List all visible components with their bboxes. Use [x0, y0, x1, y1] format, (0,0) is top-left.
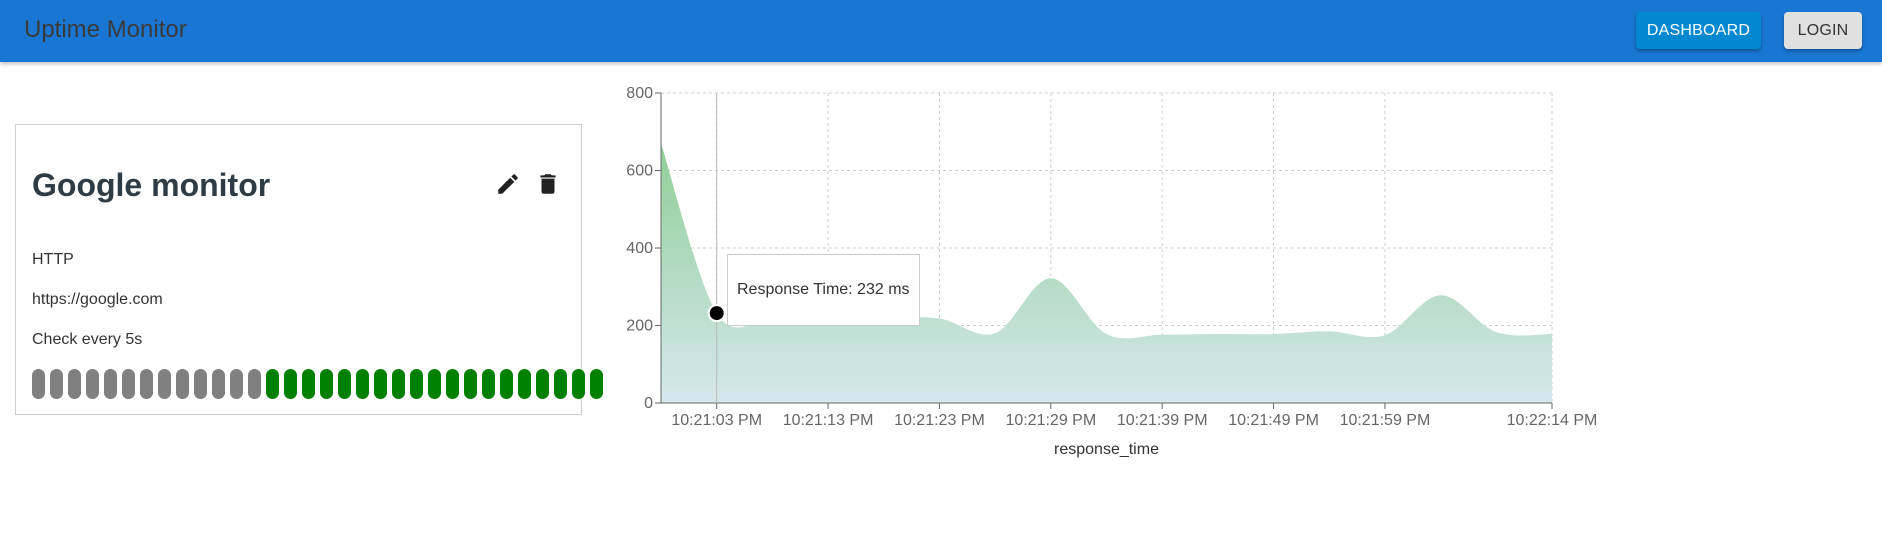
- heartbeat-down: [122, 369, 135, 399]
- x-tick-label: 10:21:03 PM: [671, 412, 762, 429]
- heartbeat-up: [320, 369, 333, 399]
- heartbeat-up: [446, 369, 459, 399]
- x-tick-label: 10:21:49 PM: [1228, 412, 1319, 429]
- heartbeat-up: [338, 369, 351, 399]
- x-tick-label: 10:21:13 PM: [783, 412, 874, 429]
- heartbeat-down: [248, 369, 261, 399]
- trash-icon[interactable]: [535, 171, 561, 197]
- pencil-icon[interactable]: [495, 171, 521, 197]
- login-button[interactable]: LOGIN: [1784, 12, 1862, 49]
- heartbeat-up: [410, 369, 423, 399]
- heartbeat-down: [50, 369, 63, 399]
- y-tick-label: 0: [644, 395, 653, 412]
- monitor-type: HTTP: [32, 251, 74, 268]
- y-tick-label: 200: [626, 318, 653, 335]
- monitor-card: Google monitor HTTP https://google.com C…: [15, 124, 603, 415]
- heartbeat-up: [572, 369, 585, 399]
- y-tick-label: 600: [626, 163, 653, 180]
- y-tick-label: 400: [626, 240, 653, 257]
- app-bar: Uptime Monitor DASHBOARD LOGIN: [0, 0, 1882, 62]
- x-axis-label: response_time: [1054, 441, 1159, 458]
- heartbeat-down: [158, 369, 171, 399]
- heartbeat-down: [32, 369, 45, 399]
- heartbeat-up: [374, 369, 387, 399]
- heartbeat-down: [68, 369, 81, 399]
- heartbeat-up: [536, 369, 549, 399]
- heartbeat-down: [194, 369, 207, 399]
- heartbeat-up: [266, 369, 279, 399]
- heartbeat-up: [392, 369, 405, 399]
- heartbeat-up: [464, 369, 477, 399]
- chart-tooltip: Response Time: 232 ms: [727, 254, 920, 326]
- x-tick-label: 10:21:39 PM: [1117, 412, 1208, 429]
- monitor-url: https://google.com: [32, 291, 163, 308]
- heartbeat-down: [140, 369, 153, 399]
- heartbeat-down: [176, 369, 189, 399]
- x-tick-label: 10:22:14 PM: [1507, 412, 1598, 429]
- y-tick-label: 800: [626, 85, 653, 102]
- heartbeat-down: [230, 369, 243, 399]
- heartbeat-up: [302, 369, 315, 399]
- heartbeat-up: [500, 369, 513, 399]
- heartbeat-down: [212, 369, 225, 399]
- dashboard-button[interactable]: DASHBOARD: [1636, 12, 1761, 49]
- x-tick-label: 10:21:59 PM: [1340, 412, 1431, 429]
- heartbeat-up: [428, 369, 441, 399]
- x-tick-label: 10:21:23 PM: [894, 412, 985, 429]
- heartbeat-up: [356, 369, 369, 399]
- heartbeat-up: [518, 369, 531, 399]
- heartbeat-down: [104, 369, 117, 399]
- heartbeat-up: [554, 369, 567, 399]
- heartbeat-down: [86, 369, 99, 399]
- app-title: Uptime Monitor: [24, 16, 187, 43]
- x-tick-label: 10:21:29 PM: [1005, 412, 1096, 429]
- highlight-point: [707, 304, 726, 323]
- heartbeat-up: [482, 369, 495, 399]
- heartbeat-up: [284, 369, 297, 399]
- monitor-name: Google monitor: [32, 167, 271, 203]
- monitor-interval: Check every 5s: [32, 331, 143, 348]
- tooltip-text: Response Time: 232 ms: [737, 281, 910, 298]
